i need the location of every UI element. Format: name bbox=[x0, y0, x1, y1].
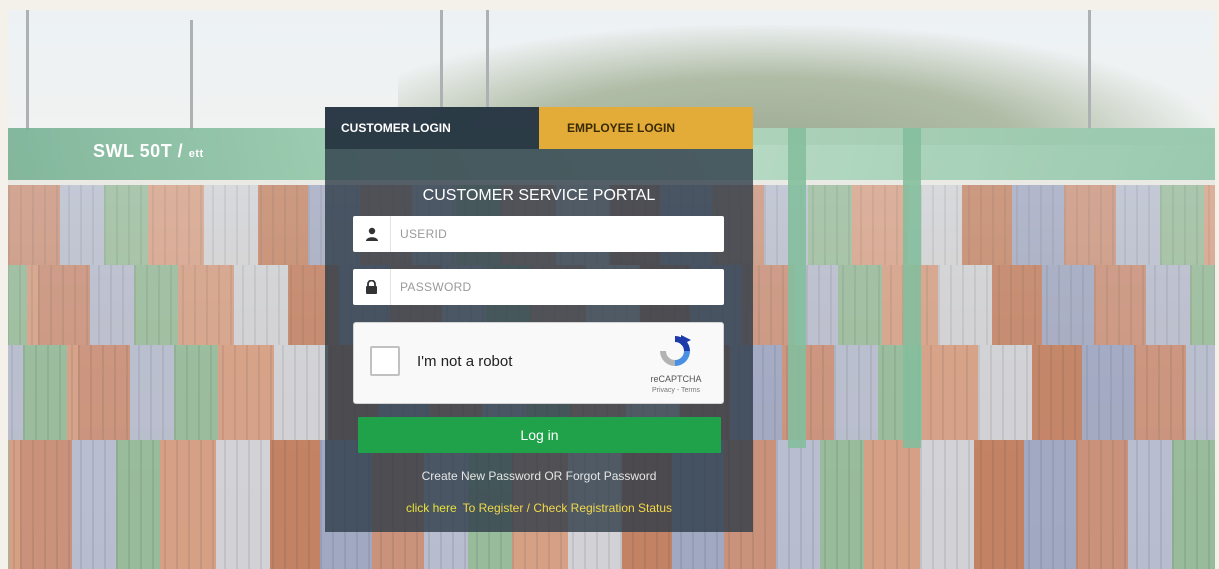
register-line: click here To Register / Check Registrati… bbox=[325, 501, 753, 515]
login-tabs: CUSTOMER LOGIN EMPLOYEE LOGIN bbox=[325, 107, 753, 149]
captcha-checkbox[interactable] bbox=[370, 346, 400, 376]
userid-field bbox=[353, 216, 724, 252]
login-card: CUSTOMER LOGIN EMPLOYEE LOGIN CUSTOMER S… bbox=[325, 107, 753, 532]
userid-input[interactable] bbox=[391, 218, 724, 250]
register-status-link[interactable]: To Register / Check Registration Status bbox=[463, 501, 672, 515]
portal-title: CUSTOMER SERVICE PORTAL bbox=[422, 187, 656, 204]
recaptcha-logo-icon bbox=[660, 335, 691, 366]
login-button[interactable]: Log in bbox=[358, 417, 721, 453]
recaptcha-widget: I'm not a robot reCAPTCHA Privacy - Term… bbox=[353, 322, 724, 404]
captcha-label: I'm not a robot bbox=[417, 353, 513, 370]
tab-customer-login[interactable]: CUSTOMER LOGIN bbox=[325, 107, 539, 149]
recaptcha-brand: reCAPTCHA bbox=[650, 374, 702, 384]
recaptcha-privacy-terms[interactable]: Privacy - Terms bbox=[637, 387, 715, 394]
password-field bbox=[353, 269, 724, 305]
password-input[interactable] bbox=[391, 271, 724, 303]
tab-employee-login[interactable]: EMPLOYEE LOGIN bbox=[539, 107, 753, 149]
user-icon bbox=[353, 216, 391, 252]
lock-icon bbox=[353, 269, 391, 305]
forgot-password-link[interactable]: Create New Password OR Forgot Password bbox=[325, 469, 753, 483]
click-here-link[interactable]: click here bbox=[406, 501, 457, 515]
